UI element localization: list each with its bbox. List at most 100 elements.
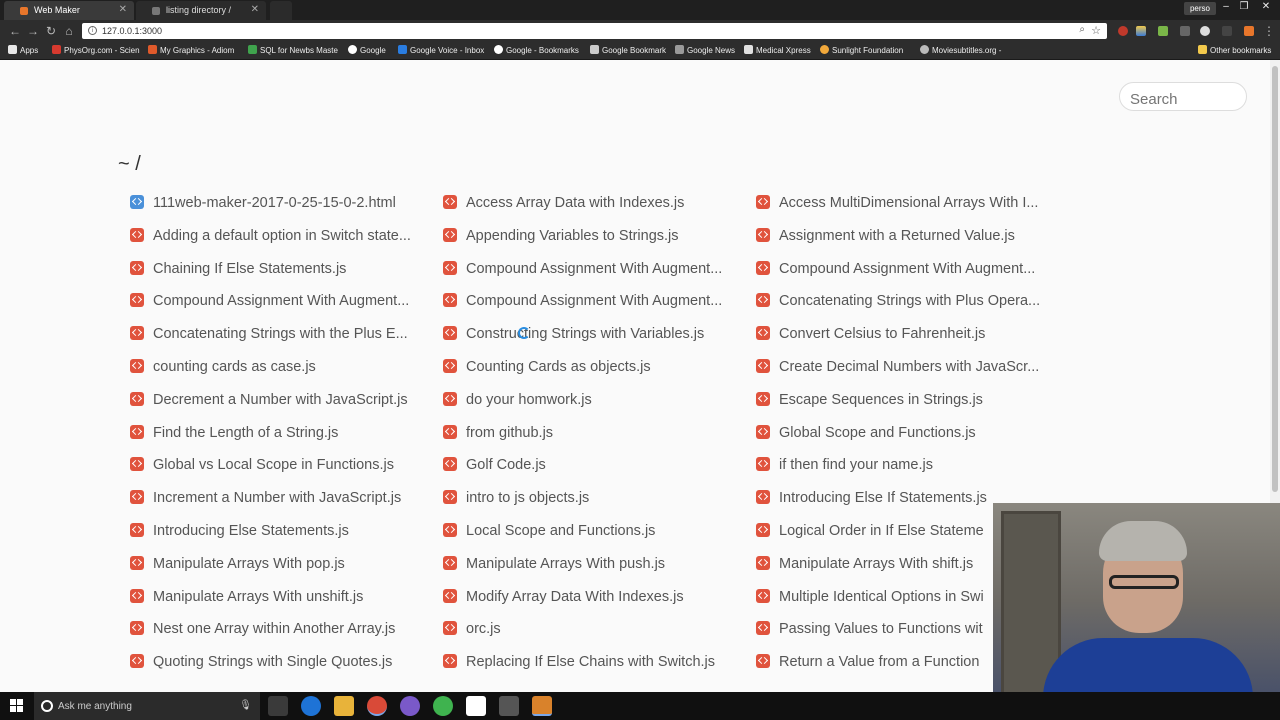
file-link[interactable]: from github.js: [443, 424, 553, 445]
file-link[interactable]: Global vs Local Scope in Functions.js: [130, 457, 394, 477]
bookmark-item[interactable]: Moviesubtitles.org -: [920, 45, 1001, 55]
file-link[interactable]: Introducing Else If Statements.js: [756, 490, 987, 510]
file-link[interactable]: Global Scope and Functions.js: [756, 424, 976, 445]
close-tab-icon[interactable]: ✕: [119, 4, 127, 15]
bookmark-item[interactable]: PhysOrg.com - Scien: [52, 45, 140, 55]
file-link[interactable]: Access Array Data with Indexes.js: [443, 195, 684, 215]
file-link[interactable]: Manipulate Arrays With shift.js: [756, 555, 973, 576]
home-icon[interactable]: ⌂: [62, 24, 76, 38]
bookmark-item[interactable]: My Graphics - Adiom: [148, 45, 234, 55]
extension-gray-icon[interactable]: [1180, 26, 1190, 36]
file-link[interactable]: Access MultiDimensional Arrays With I...: [756, 195, 1038, 215]
microphone-icon[interactable]: 🎙: [239, 700, 252, 711]
file-link[interactable]: Adding a default option in Switch state.…: [130, 227, 411, 248]
file-link[interactable]: orc.js: [443, 621, 501, 641]
extension-red-icon[interactable]: [1118, 26, 1128, 36]
file-link[interactable]: Convert Celsius to Fahrenheit.js: [756, 326, 985, 346]
forward-icon[interactable]: →: [26, 24, 40, 38]
file-link[interactable]: Compound Assignment With Augment...: [756, 260, 1035, 281]
reload-icon[interactable]: ↻: [44, 24, 58, 38]
menu-icon[interactable]: ⋮: [1262, 24, 1276, 38]
bookmark-item[interactable]: Google News: [675, 45, 735, 55]
file-link[interactable]: Passing Values to Functions wit: [756, 621, 983, 641]
file-link[interactable]: Logical Order in If Else Stateme: [756, 523, 984, 543]
file-link[interactable]: Assignment with a Returned Value.js: [756, 227, 1015, 248]
file-link[interactable]: Manipulate Arrays With push.js: [443, 555, 665, 576]
bookmark-item[interactable]: SQL for Newbs Maste: [248, 45, 338, 55]
file-link[interactable]: Concatenating Strings with Plus Opera...: [756, 293, 1040, 313]
file-link[interactable]: Escape Sequences in Strings.js: [756, 391, 983, 412]
file-link[interactable]: if then find your name.js: [756, 457, 933, 477]
cortana-search-box[interactable]: Ask me anything 🎙: [34, 692, 260, 720]
file-link[interactable]: Decrement a Number with JavaScript.js: [130, 391, 408, 412]
file-link[interactable]: Nest one Array within Another Array.js: [130, 621, 395, 641]
profile-button[interactable]: perso: [1183, 2, 1216, 15]
start-windows-icon[interactable]: [10, 699, 24, 713]
bookmark-item[interactable]: Google: [348, 45, 386, 55]
extension-orange-icon[interactable]: [1244, 26, 1254, 36]
site-info-icon[interactable]: i: [88, 26, 97, 35]
extension-dark-icon[interactable]: [1222, 26, 1232, 36]
file-link[interactable]: Increment a Number with JavaScript.js: [130, 490, 401, 510]
js-file-icon: [443, 424, 457, 439]
file-link[interactable]: Golf Code.js: [443, 457, 546, 477]
file-link[interactable]: Counting Cards as objects.js: [443, 359, 651, 379]
address-bar[interactable]: i 127.0.0.1:3000 ⌕ ☆: [82, 23, 1107, 39]
file-link[interactable]: Concatenating Strings with the Plus E...: [130, 326, 408, 346]
file-link[interactable]: Find the Length of a String.js: [130, 424, 338, 445]
bookmark-item[interactable]: Apps: [8, 45, 38, 55]
file-link[interactable]: counting cards as case.js: [130, 359, 316, 379]
file-link[interactable]: Introducing Else Statements.js: [130, 523, 349, 543]
extension-green-icon[interactable]: [1158, 26, 1168, 36]
bookmark-star-icon[interactable]: ☆: [1091, 24, 1101, 37]
file-name: 111web-maker-2017-0-25-15-0-2.html: [153, 195, 396, 211]
file-link[interactable]: Constructing Strings with Variables.js: [443, 326, 704, 346]
file-link[interactable]: Replacing If Else Chains with Switch.js: [443, 654, 715, 674]
scrollbar-thumb[interactable]: [1272, 66, 1278, 492]
close-tab-icon[interactable]: ✕: [251, 4, 259, 15]
file-link[interactable]: Quoting Strings with Single Quotes.js: [130, 654, 392, 674]
app-green-icon[interactable]: [433, 696, 453, 716]
file-link[interactable]: intro to js objects.js: [443, 490, 589, 510]
minimize-icon[interactable]: –: [1218, 1, 1234, 15]
file-link[interactable]: Compound Assignment With Augment...: [130, 293, 409, 313]
file-explorer-icon[interactable]: [334, 696, 354, 716]
file-link[interactable]: Compound Assignment With Augment...: [443, 293, 722, 313]
file-link[interactable]: Chaining If Else Statements.js: [130, 260, 346, 281]
file-link[interactable]: Multiple Identical Options in Swi: [756, 588, 984, 609]
extension-play-icon[interactable]: [1200, 26, 1210, 36]
file-link[interactable]: Appending Variables to Strings.js: [443, 227, 679, 248]
extension-stack-icon[interactable]: [1136, 26, 1146, 36]
close-window-icon[interactable]: ✕: [1258, 1, 1274, 15]
bookmark-item[interactable]: Google Voice - Inbox: [398, 45, 484, 55]
edge-icon[interactable]: [301, 696, 321, 716]
task-view-icon[interactable]: [268, 696, 288, 716]
chrome-icon[interactable]: [367, 696, 387, 716]
app-purple-icon[interactable]: [400, 696, 420, 716]
new-tab-button[interactable]: [270, 1, 292, 20]
search-input[interactable]: [1119, 82, 1247, 111]
app-orange-icon[interactable]: [532, 696, 552, 716]
bookmark-item[interactable]: Google - Bookmarks: [494, 45, 579, 55]
bookmark-item[interactable]: Sunlight Foundation: [820, 45, 903, 55]
bookmark-item[interactable]: Medical Xpress: [744, 45, 811, 55]
browser-tab-web-maker[interactable]: Web Maker ✕: [4, 1, 134, 20]
bookmark-item[interactable]: Google Bookmark: [590, 45, 666, 55]
file-link[interactable]: Manipulate Arrays With unshift.js: [130, 588, 363, 609]
skype-icon[interactable]: [466, 696, 486, 716]
file-link[interactable]: Manipulate Arrays With pop.js: [130, 555, 345, 576]
file-link[interactable]: Modify Array Data With Indexes.js: [443, 588, 684, 609]
file-link[interactable]: do your homwork.js: [443, 391, 592, 412]
file-link[interactable]: Local Scope and Functions.js: [443, 523, 655, 543]
file-link[interactable]: Return a Value from a Function: [756, 654, 979, 674]
restore-icon[interactable]: ❐: [1236, 1, 1252, 15]
back-icon[interactable]: ←: [8, 24, 22, 38]
file-link[interactable]: Compound Assignment With Augment...: [443, 260, 722, 281]
file-link[interactable]: 111web-maker-2017-0-25-15-0-2.html: [130, 195, 396, 215]
js-file-icon: [756, 391, 770, 406]
app-dark-icon[interactable]: [499, 696, 519, 716]
file-link[interactable]: Create Decimal Numbers with JavaScr...: [756, 359, 1039, 379]
zoom-icon[interactable]: ⌕: [1079, 24, 1085, 35]
other-bookmarks[interactable]: Other bookmarks: [1198, 45, 1271, 55]
browser-tab-listing-directory[interactable]: listing directory / ✕: [136, 1, 266, 20]
